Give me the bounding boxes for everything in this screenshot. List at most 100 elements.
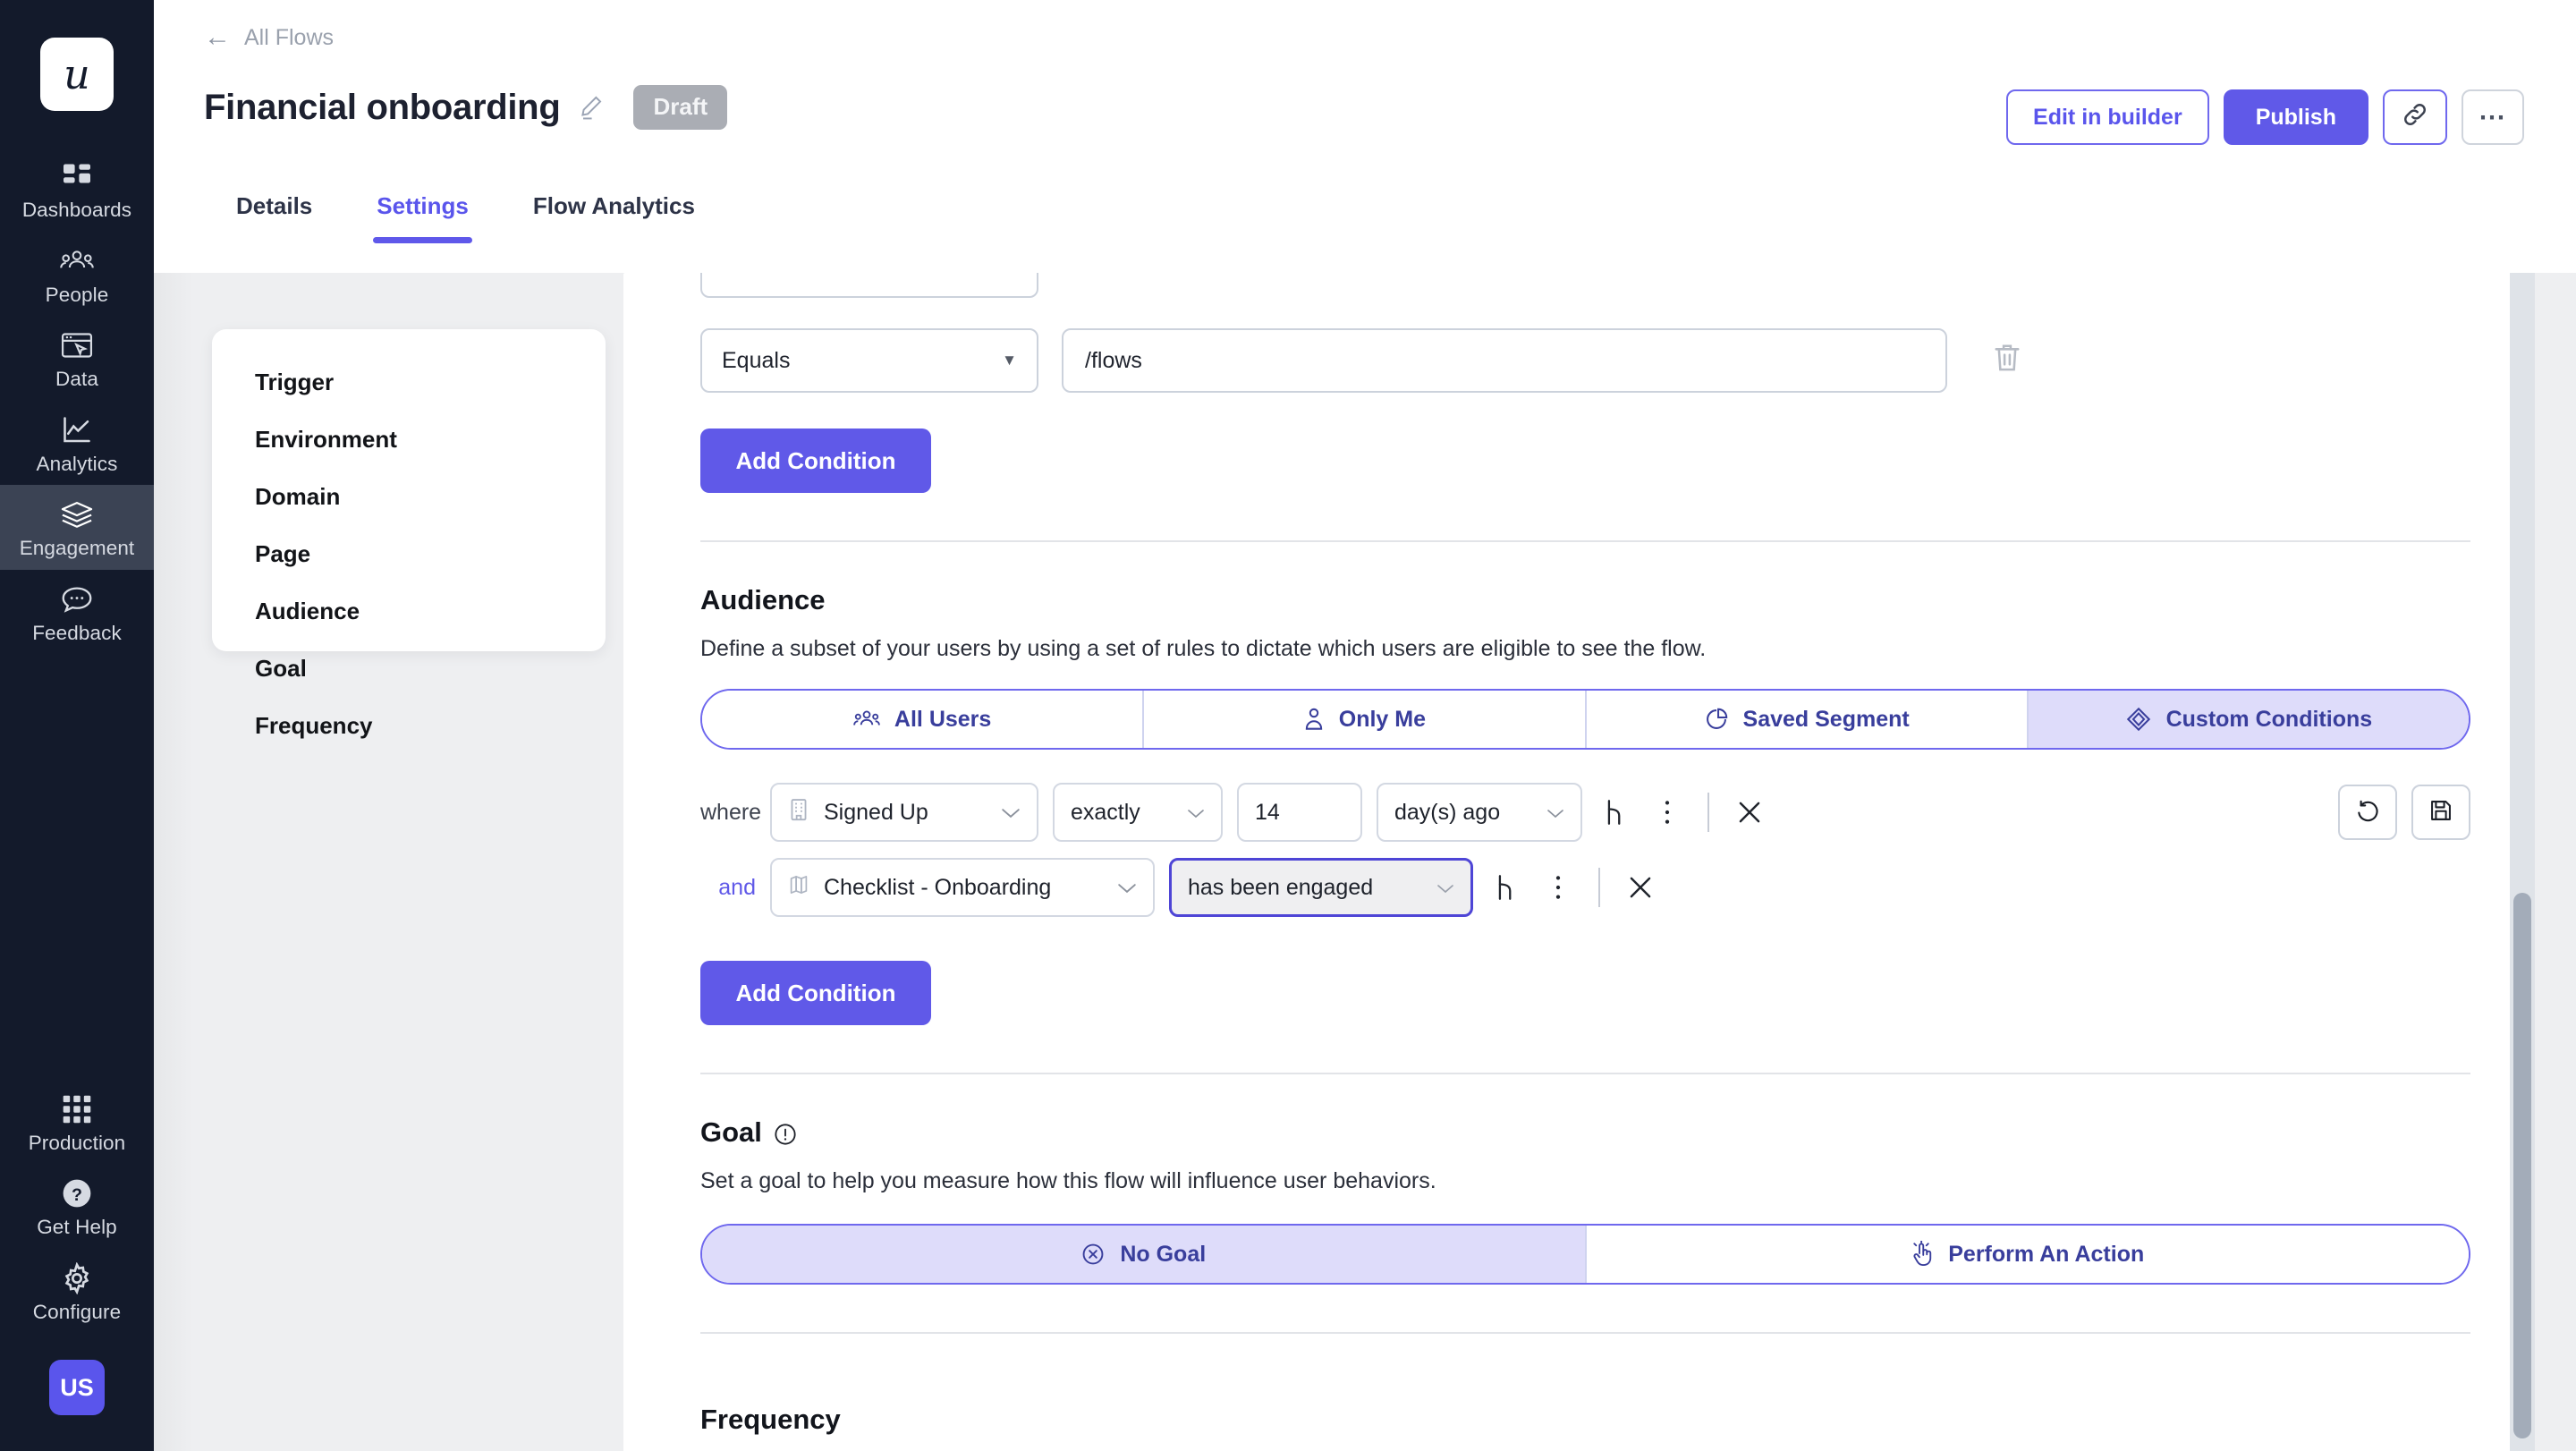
sidebar-item-analytics[interactable]: Analytics <box>0 401 154 486</box>
status-badge: Draft <box>633 85 727 130</box>
layers-icon <box>57 496 97 532</box>
apps-grid-icon <box>57 1091 97 1127</box>
diamond-icon <box>2125 706 2152 733</box>
people-icon <box>57 243 97 279</box>
condition-comparator-select[interactable]: exactly <box>1053 783 1223 842</box>
page-operator-select[interactable]: Equals ▼ <box>700 328 1038 393</box>
question-circle-icon: ? <box>57 1175 97 1211</box>
page-url-field-clipped[interactable] <box>700 273 1038 298</box>
settings-nav-frequency[interactable]: Frequency <box>255 712 606 740</box>
audience-condition-row: and Checklist - Onboarding <box>700 850 2470 925</box>
condition-number-value: 14 <box>1255 800 1280 826</box>
edit-in-builder-button[interactable]: Edit in builder <box>2006 89 2209 145</box>
kebab-menu-icon[interactable] <box>1648 791 1686 834</box>
settings-content: Trigger Environment Domain Page Audience… <box>154 273 2576 1451</box>
tab-settings[interactable]: Settings <box>344 192 501 243</box>
settings-section-nav: Trigger Environment Domain Page Audience… <box>212 329 606 651</box>
sidebar-item-get-help[interactable]: ? Get Help <box>0 1164 154 1249</box>
sidebar-item-people[interactable]: People <box>0 232 154 317</box>
page-add-condition-button[interactable]: Add Condition <box>700 429 931 493</box>
page-operator-value: Equals <box>722 348 790 374</box>
svg-text:?: ? <box>72 1185 82 1205</box>
sidebar-item-production[interactable]: Production <box>0 1080 154 1165</box>
condition-comparator-value: exactly <box>1071 800 1140 826</box>
goal-option-perform-an-action[interactable]: Perform An Action <box>1587 1226 2470 1283</box>
branch-icon[interactable] <box>1487 866 1525 909</box>
tab-details[interactable]: Details <box>204 192 344 243</box>
condition-conjunction: and <box>700 875 756 901</box>
audience-mode-label: All Users <box>894 707 991 733</box>
audience-mode-all-users[interactable]: All Users <box>702 691 1144 748</box>
chat-bubble-icon <box>57 581 97 617</box>
sidebar-item-feedback[interactable]: Feedback <box>0 570 154 655</box>
audience-mode-custom-conditions[interactable]: Custom Conditions <box>2029 691 2469 748</box>
undo-button[interactable] <box>2338 785 2397 840</box>
divider-vertical <box>1598 868 1600 907</box>
more-options-button[interactable]: ⋯ <box>2462 89 2524 145</box>
link-chain-icon <box>2402 101 2428 134</box>
chevron-down-icon <box>1417 875 1454 901</box>
settings-nav-domain[interactable]: Domain <box>255 483 606 511</box>
audience-mode-label: Custom Conditions <box>2166 707 2373 733</box>
condition-attribute-select[interactable]: Checklist - Onboarding <box>770 858 1155 917</box>
kebab-menu-icon[interactable] <box>1539 866 1577 909</box>
save-button[interactable] <box>2411 785 2470 840</box>
app-logo[interactable]: u <box>40 38 114 111</box>
sidebar-item-label: Dashboards <box>22 200 131 221</box>
sidebar-item-engagement[interactable]: Engagement <box>0 485 154 570</box>
audience-mode-only-me[interactable]: Only Me <box>1144 691 1586 748</box>
settings-nav-page[interactable]: Page <box>255 540 606 568</box>
checklist-map-icon <box>788 873 809 903</box>
audience-add-condition-button[interactable]: Add Condition <box>700 961 931 1025</box>
audience-mode-label: Only Me <box>1339 707 1426 733</box>
condition-comparator-select[interactable]: has been engaged <box>1169 858 1473 917</box>
tab-bar: Details Settings Flow Analytics <box>204 192 727 243</box>
page-title: Financial onboarding <box>204 88 560 128</box>
divider <box>700 1073 2470 1074</box>
condition-number-input[interactable]: 14 <box>1237 783 1362 842</box>
avatar[interactable]: US <box>49 1360 105 1415</box>
audience-condition-row: where Signed Up e <box>700 775 2470 850</box>
divider <box>700 540 2470 542</box>
users-group-icon <box>853 708 880 731</box>
condition-unit-select[interactable]: day(s) ago <box>1377 783 1582 842</box>
tab-flow-analytics[interactable]: Flow Analytics <box>501 192 727 243</box>
chevron-down-icon <box>1167 800 1205 826</box>
panel-scrollbar-track[interactable] <box>2510 273 2535 1451</box>
pencil-icon[interactable] <box>578 94 605 121</box>
divider <box>700 1332 2470 1334</box>
main-region: ← All Flows Financial onboarding Draft E… <box>154 0 2576 1451</box>
audience-mode-label: Saved Segment <box>1743 707 1910 733</box>
goal-option-no-goal[interactable]: No Goal <box>702 1226 1587 1283</box>
breadcrumb-all-flows[interactable]: ← All Flows <box>204 24 334 51</box>
page-url-input[interactable]: /flows <box>1062 328 1947 393</box>
settings-nav-environment[interactable]: Environment <box>255 426 606 454</box>
settings-panel: Equals ▼ /flows Add Condition <box>623 273 2535 1451</box>
settings-nav-audience[interactable]: Audience <box>255 598 606 625</box>
ellipsis-icon: ⋯ <box>2479 102 2507 133</box>
header-actions: Edit in builder Publish ⋯ <box>2006 89 2524 145</box>
content-left-shade <box>154 273 193 1451</box>
close-x-icon[interactable] <box>1622 866 1659 909</box>
chevron-down-icon <box>1097 875 1137 901</box>
audience-mode-saved-segment[interactable]: Saved Segment <box>1587 691 2029 748</box>
info-circle-icon[interactable] <box>774 1121 797 1144</box>
audience-conditions: where Signed Up e <box>700 775 2470 925</box>
sidebar-item-configure[interactable]: Configure <box>0 1249 154 1334</box>
copy-link-button[interactable] <box>2383 89 2447 145</box>
branch-icon[interactable] <box>1597 791 1634 834</box>
chevron-down-icon <box>981 800 1021 826</box>
close-x-icon[interactable] <box>1731 791 1768 834</box>
save-disk-icon <box>2428 798 2453 827</box>
trash-icon[interactable] <box>1992 341 2028 380</box>
sidebar-item-dashboards[interactable]: Dashboards <box>0 147 154 232</box>
sidebar-item-label: Feedback <box>32 624 122 644</box>
settings-nav-trigger[interactable]: Trigger <box>255 369 606 396</box>
publish-button[interactable]: Publish <box>2224 89 2368 145</box>
condition-attribute-select[interactable]: Signed Up <box>770 783 1038 842</box>
settings-nav-goal[interactable]: Goal <box>255 655 606 683</box>
panel-scrollbar-thumb[interactable] <box>2513 893 2531 1438</box>
app-root: u Dashboards People Data Analytics <box>0 0 2576 1451</box>
sidebar-item-data[interactable]: Data <box>0 316 154 401</box>
sidebar-item-label: Analytics <box>37 454 118 475</box>
